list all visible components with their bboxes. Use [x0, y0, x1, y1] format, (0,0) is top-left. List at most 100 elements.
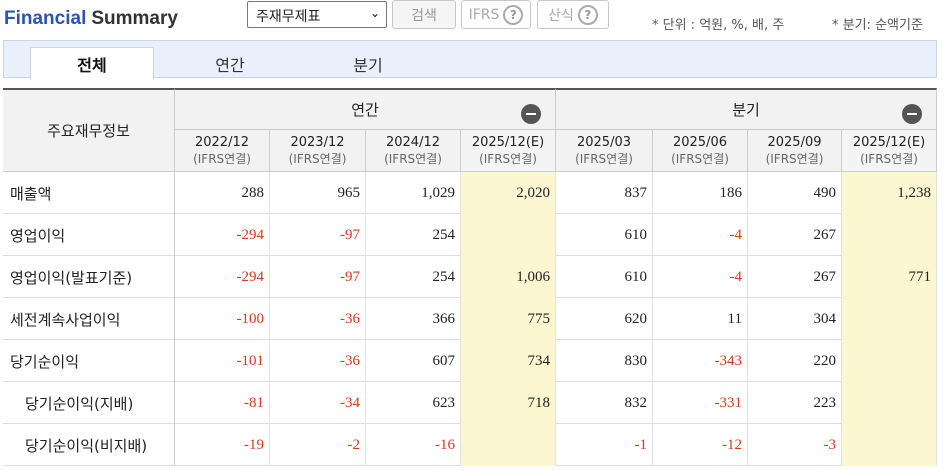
column-basis: (IFRS연결)	[575, 152, 633, 166]
table-cell: 718	[461, 382, 556, 424]
table-cell: 220	[748, 340, 842, 382]
table-cell: 366	[366, 298, 461, 340]
quarterly-group-header: 분기	[556, 88, 937, 130]
row-label: 영업이익	[3, 214, 175, 256]
help-icon: ?	[503, 4, 524, 25]
annual-group-label: 연간	[351, 101, 379, 119]
tab-annual[interactable]: 연간	[168, 47, 292, 80]
table-cell: 267	[748, 214, 842, 256]
table-cell: 288	[175, 172, 270, 214]
row-label: 매출액	[3, 172, 175, 214]
table-cell: -3	[748, 424, 842, 466]
table-row: 매출액 288 965 1,029 2,020 837 186 490 1,238	[3, 172, 937, 214]
table-cell: 254	[366, 256, 461, 298]
tab-annual-label: 연간	[215, 55, 245, 75]
table-cell	[461, 424, 556, 466]
column-period: 2025/12(E)	[471, 135, 545, 150]
table-cell: -36	[270, 340, 366, 382]
chevron-down-icon: ⌄	[369, 6, 380, 20]
table-cell: -331	[653, 382, 748, 424]
table-row: 당기순이익 -101 -36 607 734 830 -343 220	[3, 340, 937, 382]
collapse-quarterly-icon[interactable]	[902, 104, 922, 124]
top-bar: Financial Summary 주재무제표 ⌄ 검색 IFRS ? 산식 ? …	[0, 0, 946, 40]
table-cell: 832	[556, 382, 653, 424]
table-cell: -101	[175, 340, 270, 382]
column-header: 2025/12(E) (IFRS연결)	[461, 130, 556, 172]
table-cell: 837	[556, 172, 653, 214]
table-cell: 830	[556, 340, 653, 382]
table-cell: 607	[366, 340, 461, 382]
column-period: 2024/12	[385, 135, 440, 150]
quarter-basis-note: * 분기: 순액기준	[832, 18, 923, 33]
column-basis: (IFRS연결)	[384, 152, 442, 166]
annual-group-header: 연간	[175, 88, 556, 130]
column-header: 2025/03 (IFRS연결)	[556, 130, 653, 172]
table-cell: -97	[270, 256, 366, 298]
collapse-annual-icon[interactable]	[521, 104, 541, 124]
ifrs-button-label: IFRS	[468, 6, 500, 23]
table-cell: -100	[175, 298, 270, 340]
tab-all[interactable]: 전체	[30, 47, 154, 80]
table-cell: 734	[461, 340, 556, 382]
table-cell: 1,238	[842, 172, 937, 214]
column-basis: (IFRS연결)	[288, 152, 347, 166]
table-cell: 610	[556, 214, 653, 256]
column-period: 2025/06	[672, 135, 727, 150]
table-cell	[842, 424, 937, 466]
table-cell: -294	[175, 214, 270, 256]
formula-button[interactable]: 산식 ?	[537, 0, 609, 29]
table-cell: -4	[653, 214, 748, 256]
table-cell: 267	[748, 256, 842, 298]
table-cell: -4	[653, 256, 748, 298]
column-header: 2024/12 (IFRS연결)	[366, 130, 461, 172]
table-cell: 965	[270, 172, 366, 214]
table-cell: -294	[175, 256, 270, 298]
statement-type-select[interactable]: 주재무제표 ⌄	[247, 1, 387, 28]
table-row: 영업이익 -294 -97 254 610 -4 267	[3, 214, 937, 256]
row-label: 당기순이익(비지배)	[3, 424, 175, 466]
column-basis: (IFRS연결)	[479, 152, 537, 166]
table-cell: -97	[270, 214, 366, 256]
column-period: 2023/12	[290, 135, 345, 150]
table-cell: 254	[366, 214, 461, 256]
search-button[interactable]: 검색	[392, 0, 456, 29]
table-cell: -16	[366, 424, 461, 466]
column-header: 2022/12 (IFRS연결)	[175, 130, 270, 172]
search-button-label: 검색	[411, 7, 437, 24]
table-cell: 775	[461, 298, 556, 340]
formula-button-label: 산식	[548, 7, 574, 24]
column-basis: (IFRS연결)	[765, 152, 824, 166]
table-corner-header: 주요재무정보	[3, 88, 175, 172]
ifrs-button[interactable]: IFRS ?	[461, 0, 531, 29]
table-cell: 610	[556, 256, 653, 298]
table-cell: -81	[175, 382, 270, 424]
unit-note: * 단위 : 억원, %, 배, 주	[652, 18, 785, 33]
table-row: 영업이익(발표기준) -294 -97 254 1,006 610 -4 267 771	[3, 256, 937, 298]
table-cell: 304	[748, 298, 842, 340]
tab-quarterly[interactable]: 분기	[306, 47, 430, 80]
table-cell: -1	[556, 424, 653, 466]
table-row: 세전계속사업이익 -100 -36 366 775 620 11 304	[3, 298, 937, 340]
table-cell: 490	[748, 172, 842, 214]
table-row: 당기순이익(비지배) -19 -2 -16 -1 -12 -3	[3, 424, 937, 466]
table-cell: 623	[366, 382, 461, 424]
table-cell	[842, 214, 937, 256]
title-part-1: Financial	[4, 8, 87, 29]
column-basis: (IFRS연결)	[671, 152, 729, 166]
column-header: 2025/09 (IFRS연결)	[748, 130, 842, 172]
quarterly-group-label: 분기	[732, 101, 760, 119]
table-row: 당기순이익(지배) -81 -34 623 718 832 -331 223	[3, 382, 937, 424]
table-cell: 223	[748, 382, 842, 424]
tab-all-label: 전체	[77, 56, 107, 75]
table-cell: 2,020	[461, 172, 556, 214]
table-cell: -12	[653, 424, 748, 466]
period-tabs: 전체 연간 분기	[3, 40, 937, 80]
row-label: 영업이익(발표기준)	[3, 256, 175, 298]
table-cell: 1,029	[366, 172, 461, 214]
column-period: 2025/09	[767, 135, 822, 150]
table-cell: -2	[270, 424, 366, 466]
table-cell: 1,006	[461, 256, 556, 298]
table-cell: 620	[556, 298, 653, 340]
row-label: 당기순이익(지배)	[3, 382, 175, 424]
table-cell: 771	[842, 256, 937, 298]
